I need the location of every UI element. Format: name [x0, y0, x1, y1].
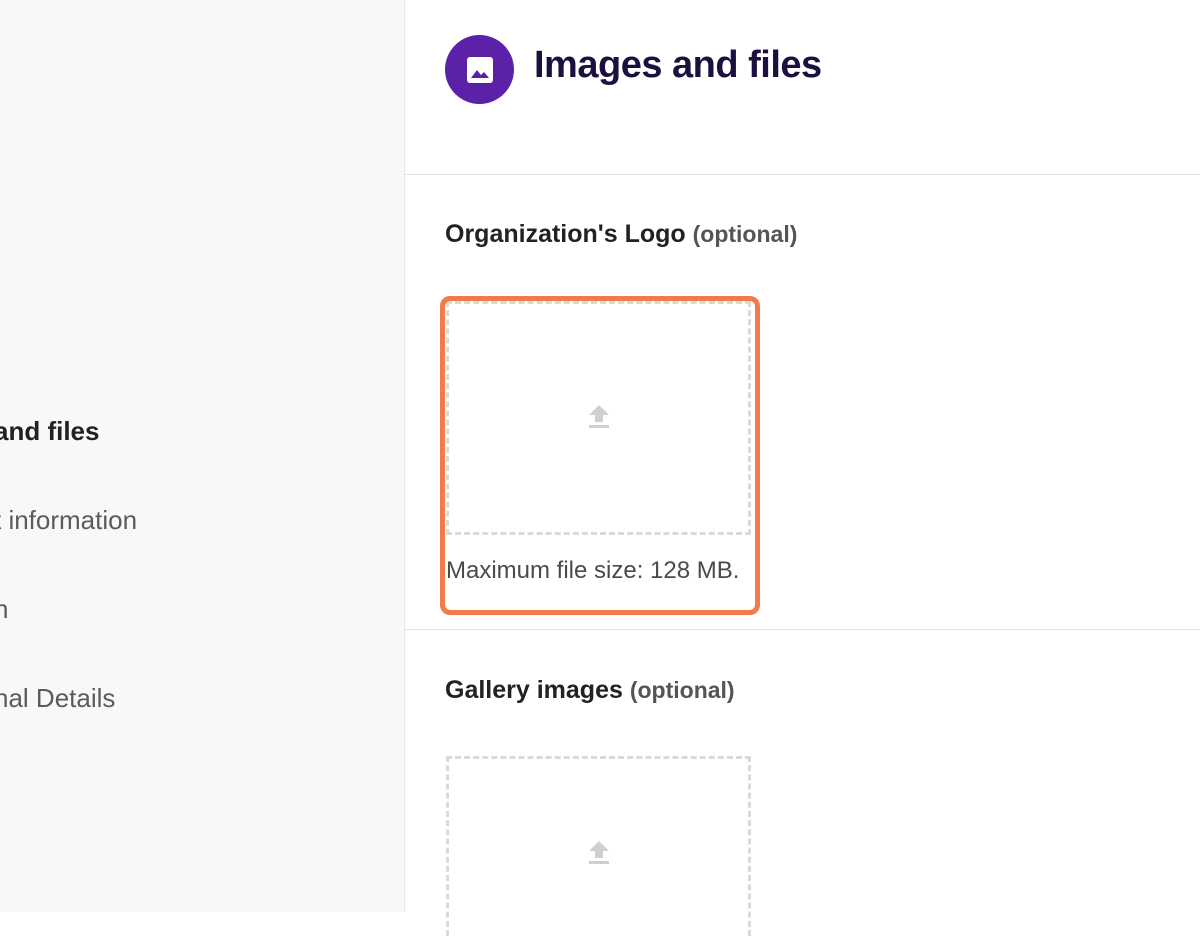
logo-section-title: Organization's Logo (optional): [445, 220, 797, 249]
image-icon: [445, 35, 514, 104]
logo-upload-dropzone[interactable]: [446, 301, 751, 535]
gallery-title-text: Gallery images: [445, 676, 623, 704]
gallery-upload-dropzone[interactable]: [446, 756, 751, 936]
upload-icon: [587, 403, 611, 434]
upload-icon: [587, 839, 611, 870]
sidebar-item-additional-details[interactable]: nal Details: [0, 683, 115, 714]
main-content: Images and files Organization's Logo (op…: [405, 0, 1200, 936]
sidebar-item-label: nal Details: [0, 683, 116, 713]
sidebar-item-label: and files: [0, 416, 100, 446]
sidebar: l and files t information n nal Details: [0, 0, 405, 912]
optional-label: (optional): [692, 221, 798, 247]
page-title: Images and files: [534, 44, 822, 86]
max-file-size-hint: Maximum file size: 128 MB.: [446, 557, 740, 584]
sidebar-item-contact-information[interactable]: t information: [0, 505, 137, 536]
gallery-section-title: Gallery images (optional): [445, 676, 735, 705]
logo-title-text: Organization's Logo: [445, 220, 686, 248]
section-divider: [405, 629, 1200, 630]
page-header: Images and files: [405, 0, 1200, 175]
sidebar-item-images-and-files[interactable]: and files: [0, 416, 99, 447]
sidebar-item-label: t information: [0, 505, 138, 535]
sidebar-item-label: n: [0, 594, 9, 624]
optional-label: (optional): [629, 677, 735, 703]
sidebar-item-4[interactable]: n: [0, 594, 8, 625]
